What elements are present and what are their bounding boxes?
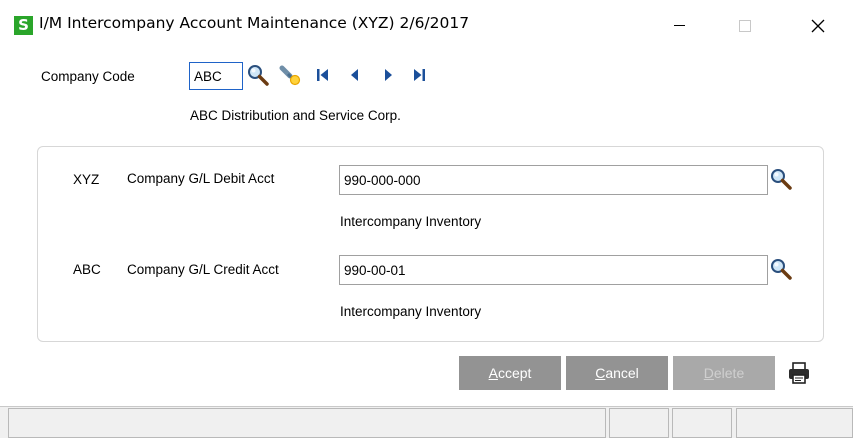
last-record-icon [414,69,425,81]
magnifier-icon [771,169,792,190]
debit-company-code: XYZ [73,172,100,187]
close-icon [811,19,825,33]
credit-account-lookup-button[interactable] [770,258,792,280]
accept-button[interactable]: Accept [459,356,561,390]
minimize-button[interactable] [656,10,702,40]
cancel-hotkey: C [595,365,606,381]
credit-account-description: Intercompany Inventory [340,304,482,319]
first-record-icon [317,69,328,81]
company-code-input[interactable] [189,62,243,90]
company-lookup-button[interactable] [247,64,269,86]
company-code-label: Company Code [41,69,135,84]
accept-hotkey: A [488,365,498,381]
debit-account-description: Intercompany Inventory [340,214,482,229]
magnifier-icon [771,259,792,280]
cancel-label: ancel [605,365,639,381]
window-title: I/M Intercompany Account Maintenance (XY… [39,14,470,32]
credit-account-input[interactable] [339,255,768,285]
maximize-button[interactable] [722,10,768,40]
delete-hotkey: D [703,365,714,381]
debit-account-label: Company G/L Debit Acct [127,171,275,186]
previous-record-button[interactable] [345,65,367,87]
print-button[interactable] [787,361,811,385]
close-button[interactable] [795,10,841,40]
previous-record-icon [351,69,358,81]
company-wizard-button[interactable] [279,64,301,86]
delete-label: elete [713,365,745,381]
flashlight-icon [279,65,301,86]
next-record-button[interactable] [378,65,400,87]
credit-company-code: ABC [73,262,101,277]
minimize-icon [673,25,685,27]
status-pane-3 [672,408,732,438]
debit-account-input[interactable] [339,165,768,195]
next-record-icon [385,69,392,81]
status-pane-4 [736,408,853,438]
accept-label: ccept [497,365,532,381]
magnifier-icon [248,65,269,86]
debit-account-lookup-button[interactable] [770,168,792,190]
credit-account-label: Company G/L Credit Acct [127,262,279,277]
cancel-button[interactable]: Cancel [566,356,668,390]
app-icon: S [14,16,33,35]
first-record-button[interactable] [313,65,335,87]
delete-button[interactable]: Delete [673,356,775,390]
last-record-button[interactable] [409,65,431,87]
status-pane-2 [609,408,669,438]
maximize-icon [739,19,751,32]
status-pane-main [8,408,606,438]
company-name: ABC Distribution and Service Corp. [190,108,401,123]
printer-icon [789,362,809,384]
